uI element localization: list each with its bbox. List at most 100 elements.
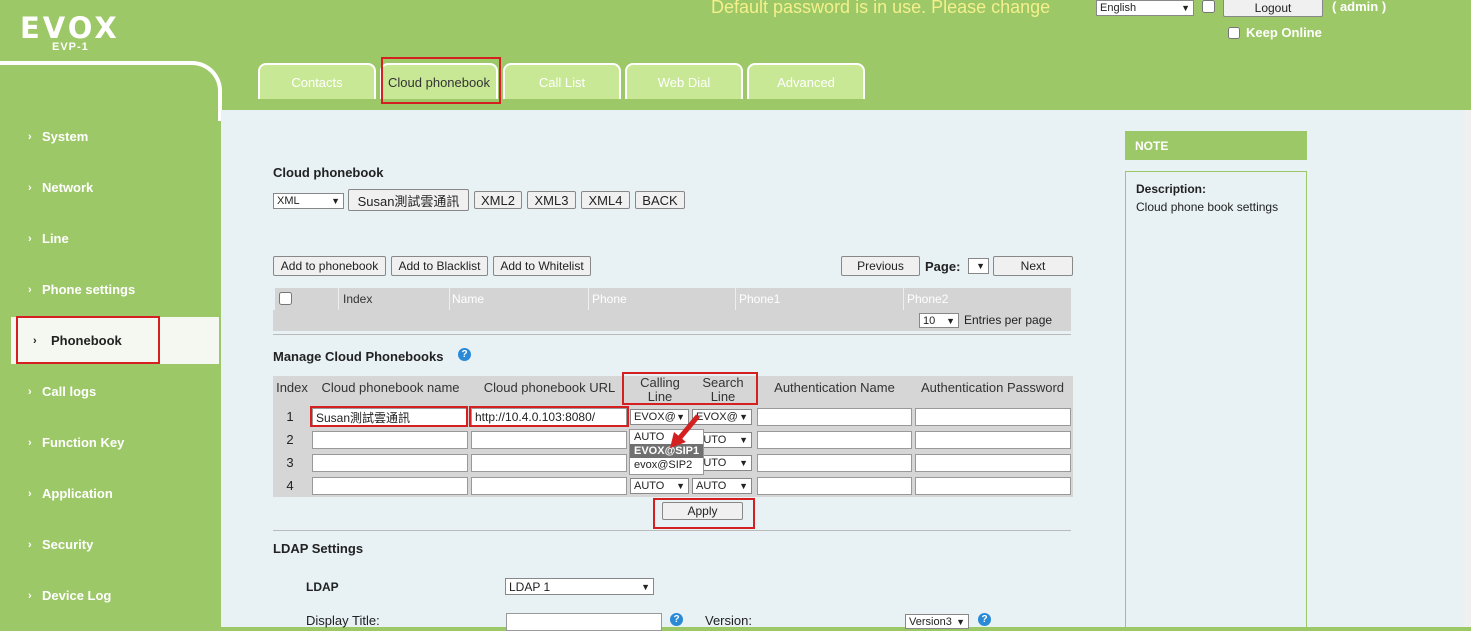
help-icon[interactable]: ? [978, 613, 991, 626]
back-button[interactable]: BACK [635, 191, 685, 209]
chevron-right-icon: › [28, 538, 32, 551]
tab-call-list[interactable]: Call List [503, 63, 621, 99]
sidebar-item-device-log[interactable]: › Device Log [0, 572, 216, 619]
chevron-down-icon: ▼ [331, 196, 340, 206]
book-xml3-button[interactable]: XML3 [527, 191, 576, 209]
highlight-box [381, 57, 501, 104]
previous-button[interactable]: Previous [841, 256, 920, 276]
scrollbar[interactable] [1464, 110, 1471, 627]
highlight-box [310, 406, 468, 427]
phonebook-name-input[interactable] [312, 431, 468, 449]
column-phone: Phone [588, 288, 737, 310]
phonebook-url-input[interactable] [471, 454, 627, 472]
tab-advanced[interactable]: Advanced [747, 63, 865, 99]
display-title-input[interactable] [506, 613, 662, 631]
version-label: Version: [705, 613, 752, 628]
row-index: 1 [286, 409, 294, 424]
sidebar-item-phone-settings[interactable]: › Phone settings [0, 266, 216, 313]
ldap-settings-title: LDAP Settings [273, 541, 364, 556]
chevron-right-icon: › [28, 589, 32, 602]
help-icon[interactable]: ? [670, 613, 683, 626]
password-warning: Default password is in use. Please chang… [711, 0, 1051, 17]
chevron-down-icon: ▼ [946, 315, 955, 326]
divider [273, 334, 1071, 335]
ldap-label: LDAP [306, 580, 339, 594]
chevron-down-icon: ▼ [641, 581, 650, 592]
row-index: 2 [286, 432, 294, 447]
chevron-right-icon: › [28, 130, 32, 143]
auth-password-input[interactable] [915, 431, 1071, 449]
header-checkbox[interactable] [1202, 0, 1215, 13]
calling-line-select[interactable]: AUTO ▼ [630, 478, 689, 494]
note-description-text: Cloud phone book settings [1136, 200, 1279, 214]
auth-password-input[interactable] [915, 408, 1071, 426]
chevron-right-icon: › [28, 487, 32, 500]
column-name: Name [449, 288, 590, 310]
chevron-down-icon: ▼ [956, 616, 965, 627]
chevron-right-icon: › [28, 283, 32, 296]
select-all-checkbox[interactable] [279, 292, 292, 305]
keep-online-label: Keep Online [1246, 25, 1322, 40]
auth-password-input[interactable] [915, 454, 1071, 472]
display-title-label: Display Title: [306, 613, 380, 628]
chevron-down-icon: ▼ [1181, 3, 1190, 13]
chevron-down-icon: ▼ [739, 481, 748, 491]
sidebar-item-call-logs[interactable]: › Call logs [0, 368, 216, 415]
chevron-right-icon: › [28, 232, 32, 245]
phonebook-name-input[interactable] [312, 477, 468, 495]
auth-name-input[interactable] [757, 431, 912, 449]
arrow-pointer-icon [670, 414, 700, 448]
keep-online: Keep Online [1228, 25, 1322, 40]
sidebar-item-function-key[interactable]: › Function Key [0, 419, 216, 466]
keep-online-checkbox[interactable] [1228, 26, 1240, 39]
tab-web-dial[interactable]: Web Dial [625, 63, 743, 99]
row-index: 4 [286, 478, 294, 493]
search-line-select[interactable]: AUTO ▼ [692, 478, 752, 494]
current-user: ( admin ) [1332, 0, 1387, 14]
sidebar-item-application[interactable]: › Application [0, 470, 216, 517]
chevron-down-icon: ▼ [739, 458, 748, 468]
phonebook-name-input[interactable] [312, 454, 468, 472]
evox-logo: EVOX EVP-1 [20, 14, 120, 53]
chevron-down-icon: ▼ [676, 481, 685, 491]
page-select[interactable]: ▼ [968, 258, 989, 274]
col-url: Cloud phonebook URL [483, 380, 616, 395]
sidebar-item-security[interactable]: › Security [0, 521, 216, 568]
help-icon[interactable]: ? [458, 348, 471, 361]
col-name: Cloud phonebook name [321, 380, 460, 395]
manage-title: Manage Cloud Phonebooks [273, 349, 444, 364]
auth-password-input[interactable] [915, 477, 1071, 495]
sidebar-item-network[interactable]: › Network [0, 164, 216, 211]
logout-button[interactable]: Logout [1223, 0, 1323, 17]
phonebook-url-input[interactable] [471, 431, 627, 449]
format-select[interactable]: XML ▼ [273, 193, 344, 209]
chevron-right-icon: › [28, 181, 32, 194]
add-to-phonebook-button[interactable]: Add to phonebook [273, 256, 386, 276]
auth-name-input[interactable] [757, 408, 912, 426]
chevron-right-icon: › [28, 436, 32, 449]
book-susan-button[interactable]: Susan測試雲通訊 [348, 189, 469, 211]
book-xml4-button[interactable]: XML4 [581, 191, 630, 209]
auth-name-input[interactable] [757, 477, 912, 495]
sidebar-item-line[interactable]: › Line [0, 215, 216, 262]
language-select[interactable]: English ▼ [1096, 0, 1194, 16]
dropdown-option[interactable]: evox@SIP2 [630, 458, 703, 472]
chevron-down-icon: ▼ [739, 435, 748, 445]
highlight-box [622, 372, 758, 405]
cloud-phonebook-title: Cloud phonebook [273, 165, 384, 180]
phonebook-url-input[interactable] [471, 477, 627, 495]
entries-select[interactable]: 10 ▼ [919, 313, 959, 328]
ldap-select[interactable]: LDAP 1 ▼ [505, 578, 654, 595]
next-button[interactable]: Next [993, 256, 1073, 276]
column-phone2: Phone2 [903, 288, 1074, 310]
col-auth-password: Authentication Password [920, 380, 1065, 395]
tab-contacts[interactable]: Contacts [258, 63, 376, 99]
add-to-blacklist-button[interactable]: Add to Blacklist [391, 256, 488, 276]
sidebar-item-system[interactable]: › System [0, 113, 216, 160]
auth-name-input[interactable] [757, 454, 912, 472]
add-to-whitelist-button[interactable]: Add to Whitelist [493, 256, 591, 276]
note-header: NOTE [1125, 131, 1307, 160]
highlight-box [16, 316, 160, 364]
book-xml2-button[interactable]: XML2 [474, 191, 522, 209]
col-index: Index [276, 380, 308, 395]
